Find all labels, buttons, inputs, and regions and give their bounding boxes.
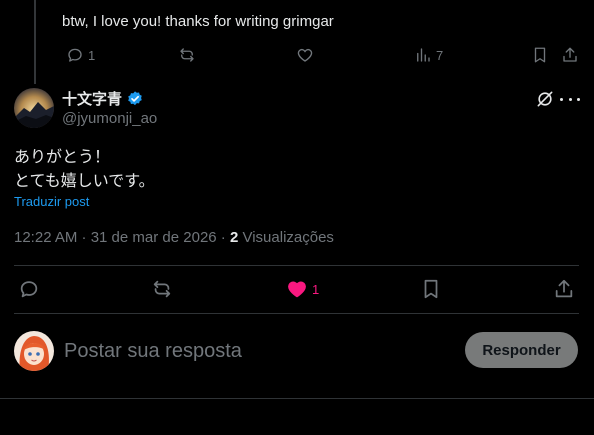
divider	[14, 265, 579, 266]
like-count: 1	[312, 281, 320, 297]
views-icon	[417, 48, 430, 62]
more-options-button[interactable]	[560, 89, 580, 109]
author-handle[interactable]: @jyumonji_ao	[62, 110, 157, 127]
post-bookmark-action[interactable]	[420, 278, 442, 300]
translate-link[interactable]: Traduzir post	[14, 194, 89, 209]
bookmark-icon	[424, 279, 438, 299]
post-meta: 12:22 AM · 31 de mar de 2026 · 2 Visuali…	[14, 229, 334, 246]
views-number: 2	[229, 229, 239, 246]
reply-action[interactable]: 1	[66, 46, 95, 64]
post-text: ありがとう！ とても嬉しいです。	[14, 146, 155, 194]
views-action[interactable]: 7	[414, 46, 443, 64]
author-avatar-image	[14, 88, 54, 128]
repost-icon	[153, 280, 171, 298]
reply-submit-button[interactable]: Responder	[465, 332, 578, 368]
post-text-line: とても嬉しいです。	[14, 173, 155, 190]
bookmark-action[interactable]	[531, 46, 549, 64]
reply-icon	[68, 48, 82, 62]
post-text-line: ありがとう！	[14, 149, 111, 166]
views-label: Visualizações	[242, 229, 334, 246]
reply-count: 1	[88, 47, 96, 63]
more-dot-icon	[577, 97, 580, 101]
post-like-action[interactable]: 1	[286, 278, 319, 300]
more-dot-icon	[560, 97, 563, 101]
heart-filled-icon	[288, 281, 306, 298]
post-share-action[interactable]	[553, 278, 575, 300]
divider	[0, 398, 594, 399]
post-reply-action[interactable]	[18, 278, 40, 300]
user-avatar[interactable]	[14, 331, 54, 371]
author-avatar[interactable]	[14, 88, 54, 128]
share-icon	[555, 279, 573, 298]
views-count: 7	[436, 47, 444, 63]
reply-input[interactable]: Postar sua resposta	[64, 340, 242, 363]
share-icon	[563, 47, 577, 62]
grok-button[interactable]	[535, 89, 555, 114]
user-avatar-image	[14, 331, 54, 371]
author-name-row[interactable]: 十文字青	[62, 88, 144, 109]
verified-badge-icon	[128, 90, 142, 105]
heart-icon	[297, 48, 313, 62]
post-timestamp[interactable]: 12:22 AM · 31 de mar de 2026 ·	[14, 229, 226, 246]
like-action[interactable]	[296, 46, 314, 64]
author-name[interactable]: 十文字青	[62, 88, 122, 109]
share-action[interactable]	[561, 46, 579, 64]
divider	[14, 313, 579, 314]
post-repost-action[interactable]	[151, 278, 173, 300]
grok-icon	[537, 91, 553, 107]
previous-reply-text: btw, I love you! thanks for writing grim…	[62, 13, 334, 30]
repost-action[interactable]	[178, 46, 196, 64]
reply-icon	[20, 281, 38, 298]
repost-icon	[180, 48, 194, 62]
more-dot-icon	[568, 97, 572, 101]
bookmark-icon	[534, 47, 546, 63]
thread-line	[34, 0, 36, 84]
